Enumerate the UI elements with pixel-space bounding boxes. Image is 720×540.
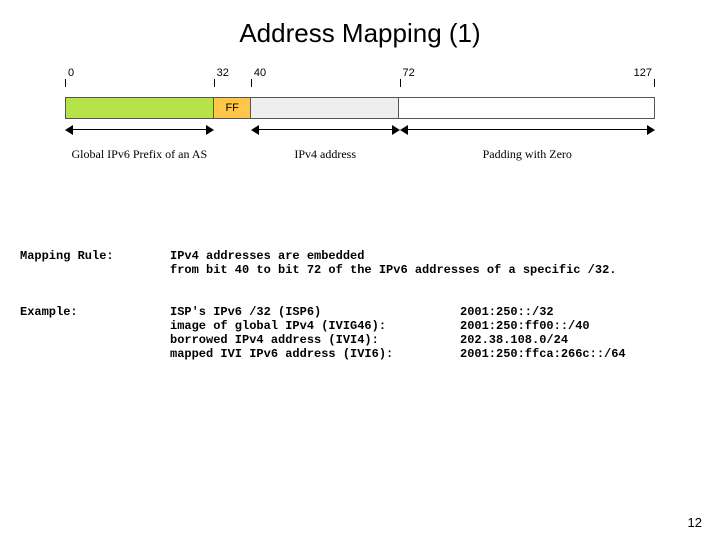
range-prefix-label: Global IPv6 Prefix of an AS: [65, 147, 214, 162]
example-desc-1: image of global IPv4 (IVIG46):: [170, 319, 450, 333]
example-desc-3: mapped IVI IPv6 address (IVI6):: [170, 347, 450, 361]
text-block: Mapping Rule: IPv4 addresses are embedde…: [0, 249, 720, 361]
tick-32: 32: [217, 67, 229, 79]
range-ipv4: IPv4 address: [251, 125, 400, 162]
tick-127: 127: [634, 67, 652, 79]
bit-ticks: 0 32 40 72 127: [65, 79, 655, 97]
range-labels: Global IPv6 Prefix of an AS IPv4 address…: [65, 125, 655, 185]
page-number: 12: [688, 515, 702, 530]
example-val-0: 2001:250::/32: [460, 305, 700, 319]
segment-ipv4: [251, 98, 399, 118]
example-desc-2: borrowed IPv4 address (IVI4):: [170, 333, 450, 347]
range-padding-label: Padding with Zero: [400, 147, 655, 162]
example-grid: ISP's IPv6 /32 (ISP6) 2001:250::/32 imag…: [170, 305, 700, 361]
mapping-rule-body: IPv4 addresses are embedded from bit 40 …: [170, 249, 700, 277]
range-padding: Padding with Zero: [400, 125, 655, 162]
mapping-rule-line1: IPv4 addresses are embedded: [170, 249, 700, 263]
tick-0: 0: [68, 67, 74, 79]
mapping-rule-label: Mapping Rule:: [20, 249, 170, 277]
segment-padding: [399, 98, 654, 118]
tick-72: 72: [403, 67, 415, 79]
bitfield-bar: FF: [65, 97, 655, 119]
example-label: Example:: [20, 305, 170, 361]
segment-ff: FF: [214, 98, 251, 118]
bitfield-diagram: 0 32 40 72 127 FF Global IPv6 Prefix of …: [65, 79, 655, 219]
example-val-2: 202.38.108.0/24: [460, 333, 700, 347]
slide-title: Address Mapping (1): [0, 0, 720, 79]
range-prefix: Global IPv6 Prefix of an AS: [65, 125, 214, 162]
mapping-rule-line2: from bit 40 to bit 72 of the IPv6 addres…: [170, 263, 700, 277]
example-desc-0: ISP's IPv6 /32 (ISP6): [170, 305, 450, 319]
range-ipv4-label: IPv4 address: [251, 147, 400, 162]
mapping-rule-row: Mapping Rule: IPv4 addresses are embedde…: [20, 249, 700, 277]
example-val-3: 2001:250:ffca:266c::/64: [460, 347, 700, 361]
segment-prefix: [66, 98, 214, 118]
example-val-1: 2001:250:ff00::/40: [460, 319, 700, 333]
tick-40: 40: [254, 67, 266, 79]
example-row: Example: ISP's IPv6 /32 (ISP6) 2001:250:…: [20, 305, 700, 361]
